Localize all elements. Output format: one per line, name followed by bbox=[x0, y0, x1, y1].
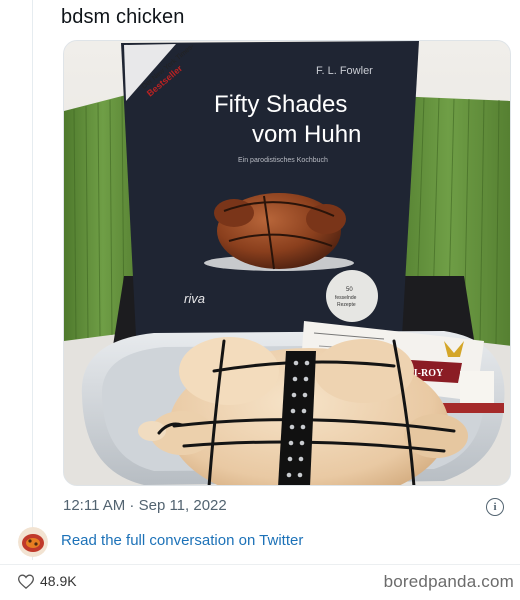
like-count: 48.9K bbox=[40, 573, 77, 589]
book-author: F. L. Fowler bbox=[316, 65, 373, 77]
avatar-image bbox=[18, 527, 48, 557]
footer-divider bbox=[0, 564, 520, 565]
like-button[interactable]: 48.9K bbox=[18, 573, 77, 589]
sticker-line3: Rezepte bbox=[337, 302, 356, 308]
book-subtitle: Ein parodistisches Kochbuch bbox=[238, 157, 328, 164]
source-watermark: boredpanda.com bbox=[383, 572, 514, 591]
publisher-logo: riva bbox=[184, 291, 205, 306]
read-conversation-link[interactable]: Read the full conversation on Twitter bbox=[61, 532, 303, 549]
info-icon[interactable]: i bbox=[486, 498, 504, 516]
tweet-card: bdsm chicken Der New York Times- Bestsel… bbox=[32, 0, 520, 560]
sticker-line2: fesselnde bbox=[335, 295, 357, 301]
photo-scene: Der New York Times- Bestseller F. L. Fow… bbox=[64, 41, 510, 485]
book-title-line1: Fifty Shades bbox=[214, 91, 347, 118]
heart-icon bbox=[18, 573, 34, 589]
sticker-line1: 50 bbox=[346, 287, 353, 293]
tweet-photo[interactable]: Der New York Times- Bestseller F. L. Fow… bbox=[63, 40, 511, 486]
avatar[interactable] bbox=[18, 527, 48, 557]
book-title-line2: vom Huhn bbox=[252, 121, 361, 148]
cookbook: Der New York Times- Bestseller F. L. Fow… bbox=[121, 41, 419, 336]
tweet-timestamp[interactable]: 12:11 AM · Sep 11, 2022 bbox=[63, 497, 227, 514]
tweet-text: bdsm chicken bbox=[61, 6, 185, 28]
